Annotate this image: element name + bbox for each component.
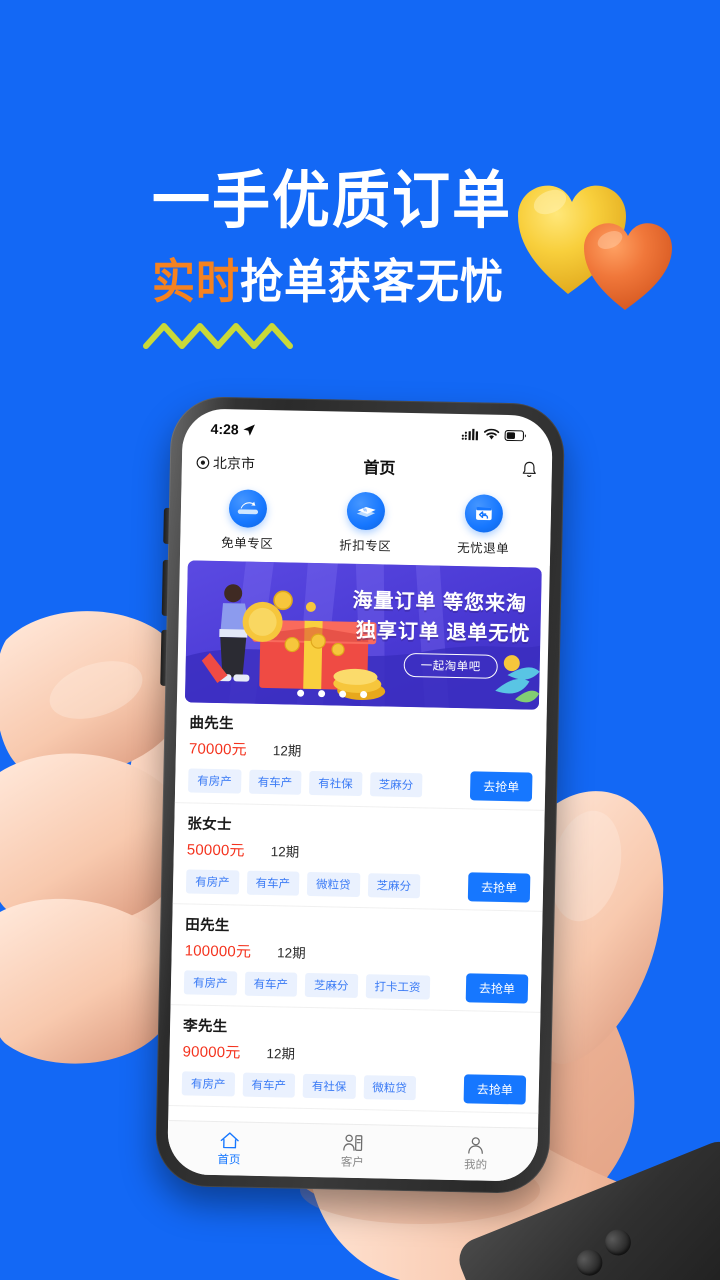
phone-device: 4:28 北京市 首页 免单专区 % 折扣专区 无忧退单 海量订单 等您来淘 独… [154, 395, 566, 1195]
order-customer-name: 李先生 [182, 1018, 228, 1036]
order-amount: 90000元 [182, 1043, 241, 1062]
order-tags: 有房产 有车产 有社保 微粒贷 去抢单 [181, 1068, 527, 1105]
order-amount: 100000元 [184, 942, 252, 961]
tab-profile[interactable]: 我的 [414, 1126, 538, 1182]
svg-text:%: % [363, 507, 367, 512]
order-tag: 有车产 [244, 971, 298, 997]
quick-action-refund[interactable]: 无忧退单 [437, 494, 530, 558]
tab-label: 我的 [463, 1159, 488, 1172]
quick-action-label: 折扣专区 [339, 538, 392, 554]
order-amount: 70000元 [188, 740, 248, 759]
order-tag: 有社保 [309, 770, 362, 796]
device-button-two [600, 1225, 635, 1260]
order-tags: 有房产 有车产 有社保 芝麻分 去抢单 [188, 765, 533, 802]
tab-label: 客户 [340, 1156, 364, 1170]
carousel-dot[interactable] [339, 690, 347, 698]
wifi-icon [483, 428, 500, 440]
promo-banner[interactable]: 海量订单 等您来淘 独享订单 退单无忧 一起淘单吧 [184, 560, 542, 710]
refund-card-icon [464, 494, 504, 533]
order-tag: 有车产 [242, 1072, 296, 1098]
poster-stage: 一手优质订单 实时抢单获客无忧 4:28 北京市 首页 免单专区 % 折扣专区 … [0, 0, 720, 1280]
order-customer-name: 田先生 [185, 917, 230, 935]
order-row[interactable]: 田先生 100000元 12期 有房产 有车产 芝麻分 打卡工资 去抢单 [170, 904, 543, 1013]
quick-action-label: 无忧退单 [457, 540, 510, 557]
cellular-signal-icon [461, 428, 479, 441]
order-row[interactable]: 张女士 50000元 12期 有房产 有车产 微粒贷 芝麻分 去抢单 [172, 803, 545, 912]
battery-icon [504, 429, 526, 441]
banner-carousel-dots[interactable] [297, 689, 368, 699]
quick-action-label: 免单专区 [221, 536, 274, 552]
order-tag: 有房产 [183, 969, 237, 995]
order-term: 12期 [276, 945, 306, 961]
order-customer-name: 张女士 [187, 816, 232, 834]
customers-icon [343, 1134, 363, 1151]
order-tag: 微粒贷 [363, 1074, 417, 1100]
order-tag: 打卡工资 [365, 973, 430, 999]
status-bar-left: 4:28 [210, 421, 255, 438]
location-pin-icon [196, 456, 210, 469]
free-order-icon [228, 489, 268, 528]
phone-screen: 4:28 北京市 首页 免单专区 % 折扣专区 无忧退单 海量订单 等您来淘 独… [167, 408, 553, 1182]
grab-order-button[interactable]: 去抢单 [469, 771, 533, 802]
page-title: 首页 [363, 459, 396, 478]
bell-icon [522, 461, 536, 477]
order-row[interactable]: 李先生 90000元 12期 有房产 有车产 有社保 微粒贷 去抢单 [168, 1005, 541, 1114]
phone-volume-up-button[interactable] [161, 559, 169, 616]
order-tag: 有房产 [181, 1070, 235, 1096]
order-row[interactable]: 曲先生 70000元 12期 有房产 有车产 有社保 芝麻分 去抢单 [174, 702, 547, 811]
order-meta: 70000元 12期 [189, 737, 533, 765]
order-tag: 有车产 [246, 870, 300, 896]
order-amount: 50000元 [186, 841, 245, 860]
order-tag: 有车产 [248, 769, 302, 795]
carousel-dot[interactable] [318, 690, 326, 698]
order-term: 12期 [270, 844, 300, 860]
tab-home[interactable]: 首页 [167, 1121, 291, 1177]
banner-line-2: 独享订单 退单无忧 [355, 619, 531, 646]
device-button-one [572, 1245, 607, 1280]
grab-order-button[interactable]: 去抢单 [467, 872, 531, 903]
order-tag: 芝麻分 [304, 972, 358, 998]
status-bar-right [461, 428, 526, 441]
status-time: 4:28 [210, 420, 239, 438]
order-tag: 芝麻分 [369, 771, 423, 797]
order-meta: 100000元 12期 [184, 939, 528, 967]
profile-icon [468, 1137, 484, 1154]
tab-customers[interactable]: 客户 [290, 1124, 414, 1180]
grab-order-button[interactable]: 去抢单 [463, 1074, 527, 1105]
notification-button[interactable] [512, 460, 538, 479]
discount-money-icon: % [346, 491, 386, 531]
quick-action-discount[interactable]: % 折扣专区 [319, 491, 412, 555]
order-tags: 有房产 有车产 微粒贷 芝麻分 去抢单 [185, 866, 531, 903]
quick-action-free-orders[interactable]: 免单专区 [201, 489, 294, 553]
location-arrow-icon [243, 424, 255, 436]
order-term: 12期 [266, 1046, 296, 1062]
home-icon [220, 1132, 239, 1149]
order-tag: 有房产 [185, 868, 239, 894]
carousel-dot[interactable] [360, 690, 368, 699]
tab-label: 首页 [217, 1154, 241, 1167]
order-tag: 有房产 [188, 767, 242, 793]
order-tag: 微粒贷 [306, 871, 360, 897]
order-tag: 芝麻分 [367, 872, 421, 898]
carousel-dot[interactable] [297, 689, 305, 697]
order-tag: 有社保 [302, 1073, 356, 1099]
banner-cta-button[interactable]: 一起淘单吧 [403, 652, 498, 679]
order-tags: 有房产 有车产 芝麻分 打卡工资 去抢单 [183, 967, 529, 1004]
order-list: 曲先生 70000元 12期 有房产 有车产 有社保 芝麻分 去抢单 张女士 5… [168, 702, 547, 1114]
phone-silent-switch[interactable] [163, 507, 170, 544]
order-term: 12期 [272, 743, 302, 759]
banner-line-1: 海量订单 等您来淘 [352, 589, 528, 616]
quick-actions-row: 免单专区 % 折扣专区 无忧退单 [179, 482, 552, 566]
phone-volume-down-button[interactable] [160, 629, 168, 686]
order-meta: 90000元 12期 [182, 1040, 526, 1068]
bottom-tab-bar: 首页 客户 我的 [167, 1120, 539, 1182]
order-meta: 50000元 12期 [187, 838, 531, 866]
order-customer-name: 曲先生 [189, 715, 235, 733]
grab-order-button[interactable]: 去抢单 [465, 973, 529, 1004]
